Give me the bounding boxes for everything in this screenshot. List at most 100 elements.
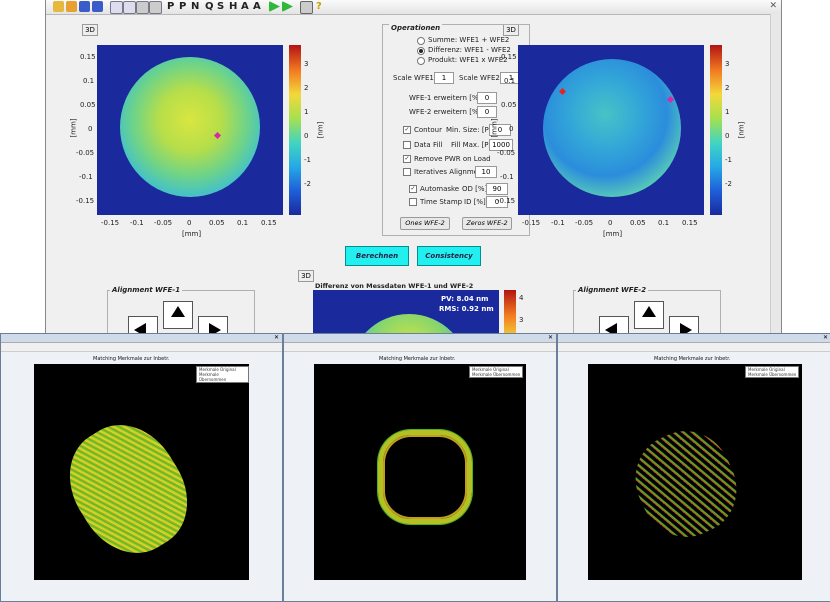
automaske-checkbox[interactable]: ✓ — [409, 185, 417, 193]
align2-right-arrow[interactable] — [669, 316, 699, 333]
popup1-legend-2: Merkmale Übernommen — [199, 372, 227, 382]
data-fill-checkbox[interactable] — [403, 141, 411, 149]
diff-rms: RMS: 0.92 nm — [439, 305, 494, 313]
zoom-out-icon[interactable] — [123, 1, 136, 14]
data-cursor-icon[interactable] — [149, 1, 162, 14]
popup2-titlebar: ✕ — [284, 334, 556, 343]
toolbar-s-button[interactable]: S — [217, 0, 224, 13]
wfe2-cbar-tick: -1 — [725, 156, 732, 164]
wfe2-erweitern-label: WFE-2 erweitern [%]: — [409, 108, 484, 116]
popup1-plot[interactable]: Merkmale Original Merkmale Übernommen — [34, 364, 249, 580]
iteratives-input[interactable]: 10 — [475, 166, 497, 178]
berechnen-button[interactable]: Berechnen — [345, 246, 409, 266]
toolbar-p2-button[interactable]: P — [179, 0, 186, 13]
wfe2-plot[interactable] — [518, 45, 704, 215]
consistency-button[interactable]: Consistency — [417, 246, 481, 266]
popup3-close-icon[interactable]: ✕ — [823, 334, 828, 341]
save-as-icon[interactable] — [92, 1, 103, 12]
scale-wfe1-input[interactable]: 1 — [434, 72, 454, 84]
window-close-icon[interactable]: ✕ — [769, 1, 777, 11]
popup1-legend: Merkmale Original Merkmale Übernommen — [196, 366, 249, 383]
help-icon[interactable]: ? — [316, 0, 322, 13]
toolbar-p1-button[interactable]: P — [167, 0, 174, 13]
toolbar-n-button[interactable]: N — [191, 0, 199, 13]
radio-summe[interactable] — [417, 37, 425, 45]
align1-left-arrow[interactable] — [128, 316, 158, 333]
3d-left-button[interactable]: 3D — [82, 24, 98, 36]
align2-up-arrow[interactable] — [634, 301, 664, 329]
camera-icon[interactable] — [300, 1, 313, 14]
main-window: P P N Q S H A A ? ✕ 3D 3D 3D 0.15 0.1 0.… — [45, 0, 782, 333]
wfe1-ytick: 0.1 — [83, 77, 95, 85]
wfe2-ytick: 0.1 — [504, 77, 516, 85]
remove-pwr-label: Remove PWR on Load — [414, 155, 491, 163]
play-next-icon[interactable] — [282, 1, 293, 12]
popup2-legend: Merkmale Original Merkmale Übernommen — [469, 366, 524, 378]
toolbar-q-button[interactable]: Q — [205, 0, 214, 13]
popup1-feature-cloud — [49, 406, 208, 572]
popup3-legend-2: Merkmale Übernommen — [748, 372, 797, 377]
remove-pwr-checkbox[interactable]: ✓ — [403, 155, 411, 163]
wfe2-cbar-tick: 0 — [725, 132, 730, 140]
toolbar-h-button[interactable]: H — [229, 0, 237, 13]
new-file-icon[interactable] — [53, 1, 64, 12]
radio-produkt[interactable] — [417, 57, 425, 65]
zoom-in-icon[interactable] — [110, 1, 123, 14]
wfe1-erweitern-label: WFE-1 erweitern [%]: — [409, 94, 484, 102]
wfe2-xtick: 0.15 — [682, 219, 698, 227]
wfe2-surface — [543, 59, 681, 197]
wfe2-xlabel: [mm] — [603, 230, 623, 238]
play-icon[interactable] — [269, 1, 280, 12]
wfe2-ytick: 0.15 — [501, 53, 517, 61]
wfe2-xtick: 0.1 — [658, 219, 670, 227]
time-stamp-checkbox[interactable] — [409, 198, 417, 206]
3d-diff-button[interactable]: 3D — [298, 270, 314, 282]
toolbar-a-button[interactable]: A — [241, 0, 249, 13]
diff-plot[interactable]: PV: 8.04 nm RMS: 0.92 nm — [313, 290, 499, 333]
id-label: ID [%]: — [464, 198, 489, 206]
popup2-legend-2: Merkmale Übernommen — [472, 372, 521, 377]
radio-differenz[interactable] — [417, 47, 425, 55]
popup3-plot[interactable]: Merkmale Original Merkmale Übernommen — [588, 364, 802, 580]
pan-icon[interactable] — [136, 1, 149, 14]
wfe1-xtick: 0.05 — [209, 219, 225, 227]
scrollbar[interactable] — [770, 14, 781, 333]
wfe1-erweitern-input[interactable]: 0 — [477, 92, 497, 104]
popup1-close-icon[interactable]: ✕ — [274, 334, 279, 341]
radio-differenz-label: Differenz: WFE1 - WFE2 — [428, 46, 511, 54]
align1-up-arrow[interactable] — [163, 301, 193, 329]
data-fill-label: Data Fill — [414, 141, 443, 149]
wfe2-erweitern-input[interactable]: 0 — [477, 106, 497, 118]
zeros-wfe2-button[interactable]: Zeros WFE-2 — [462, 217, 512, 230]
popup3-feature-cloud — [620, 416, 752, 552]
align1-right-arrow[interactable] — [198, 316, 228, 333]
od-input[interactable]: 90 — [486, 183, 508, 195]
wfe2-ytick: -0.1 — [500, 173, 514, 181]
open-folder-icon[interactable] — [66, 1, 77, 12]
popup2-plot[interactable]: Merkmale Original Merkmale Übernommen — [314, 364, 526, 580]
popup1-titlebar: ✕ — [1, 334, 282, 343]
ones-wfe2-button[interactable]: Ones WFE-2 — [400, 217, 450, 230]
scale-wfe2-label: Scale WFE2: — [459, 74, 503, 82]
toolbar-a2-button[interactable]: A — [253, 0, 261, 13]
align2-left-arrow[interactable] — [599, 316, 629, 333]
save-icon[interactable] — [79, 1, 90, 12]
wfe1-ylabel: [mm] — [69, 118, 78, 138]
diff-colorbar — [504, 290, 516, 333]
wfe1-colorbar — [289, 45, 301, 215]
diff-title: Differenz von Messdaten WFE-1 und WFE-2 — [315, 282, 474, 290]
wfe2-xtick: 0.05 — [630, 219, 646, 227]
wfe2-cbar-label: [nm] — [737, 121, 746, 139]
wfe1-xtick: -0.05 — [154, 219, 173, 227]
wfe1-ytick: -0.1 — [79, 173, 93, 181]
wfe2-ytick: -0.15 — [497, 197, 516, 205]
wfe1-ytick: 0.05 — [80, 101, 96, 109]
alignment-wfe2-title: Alignment WFE-2 — [576, 286, 649, 294]
wfe1-plot[interactable] — [97, 45, 283, 215]
iteratives-checkbox[interactable] — [403, 168, 411, 176]
contour-checkbox[interactable]: ✓ — [403, 126, 411, 134]
wfe2-xtick: -0.05 — [575, 219, 594, 227]
wfe1-ytick: 0 — [88, 125, 93, 133]
popup2-close-icon[interactable]: ✕ — [548, 334, 553, 341]
wfe2-ylabel: [mm] — [490, 118, 499, 138]
